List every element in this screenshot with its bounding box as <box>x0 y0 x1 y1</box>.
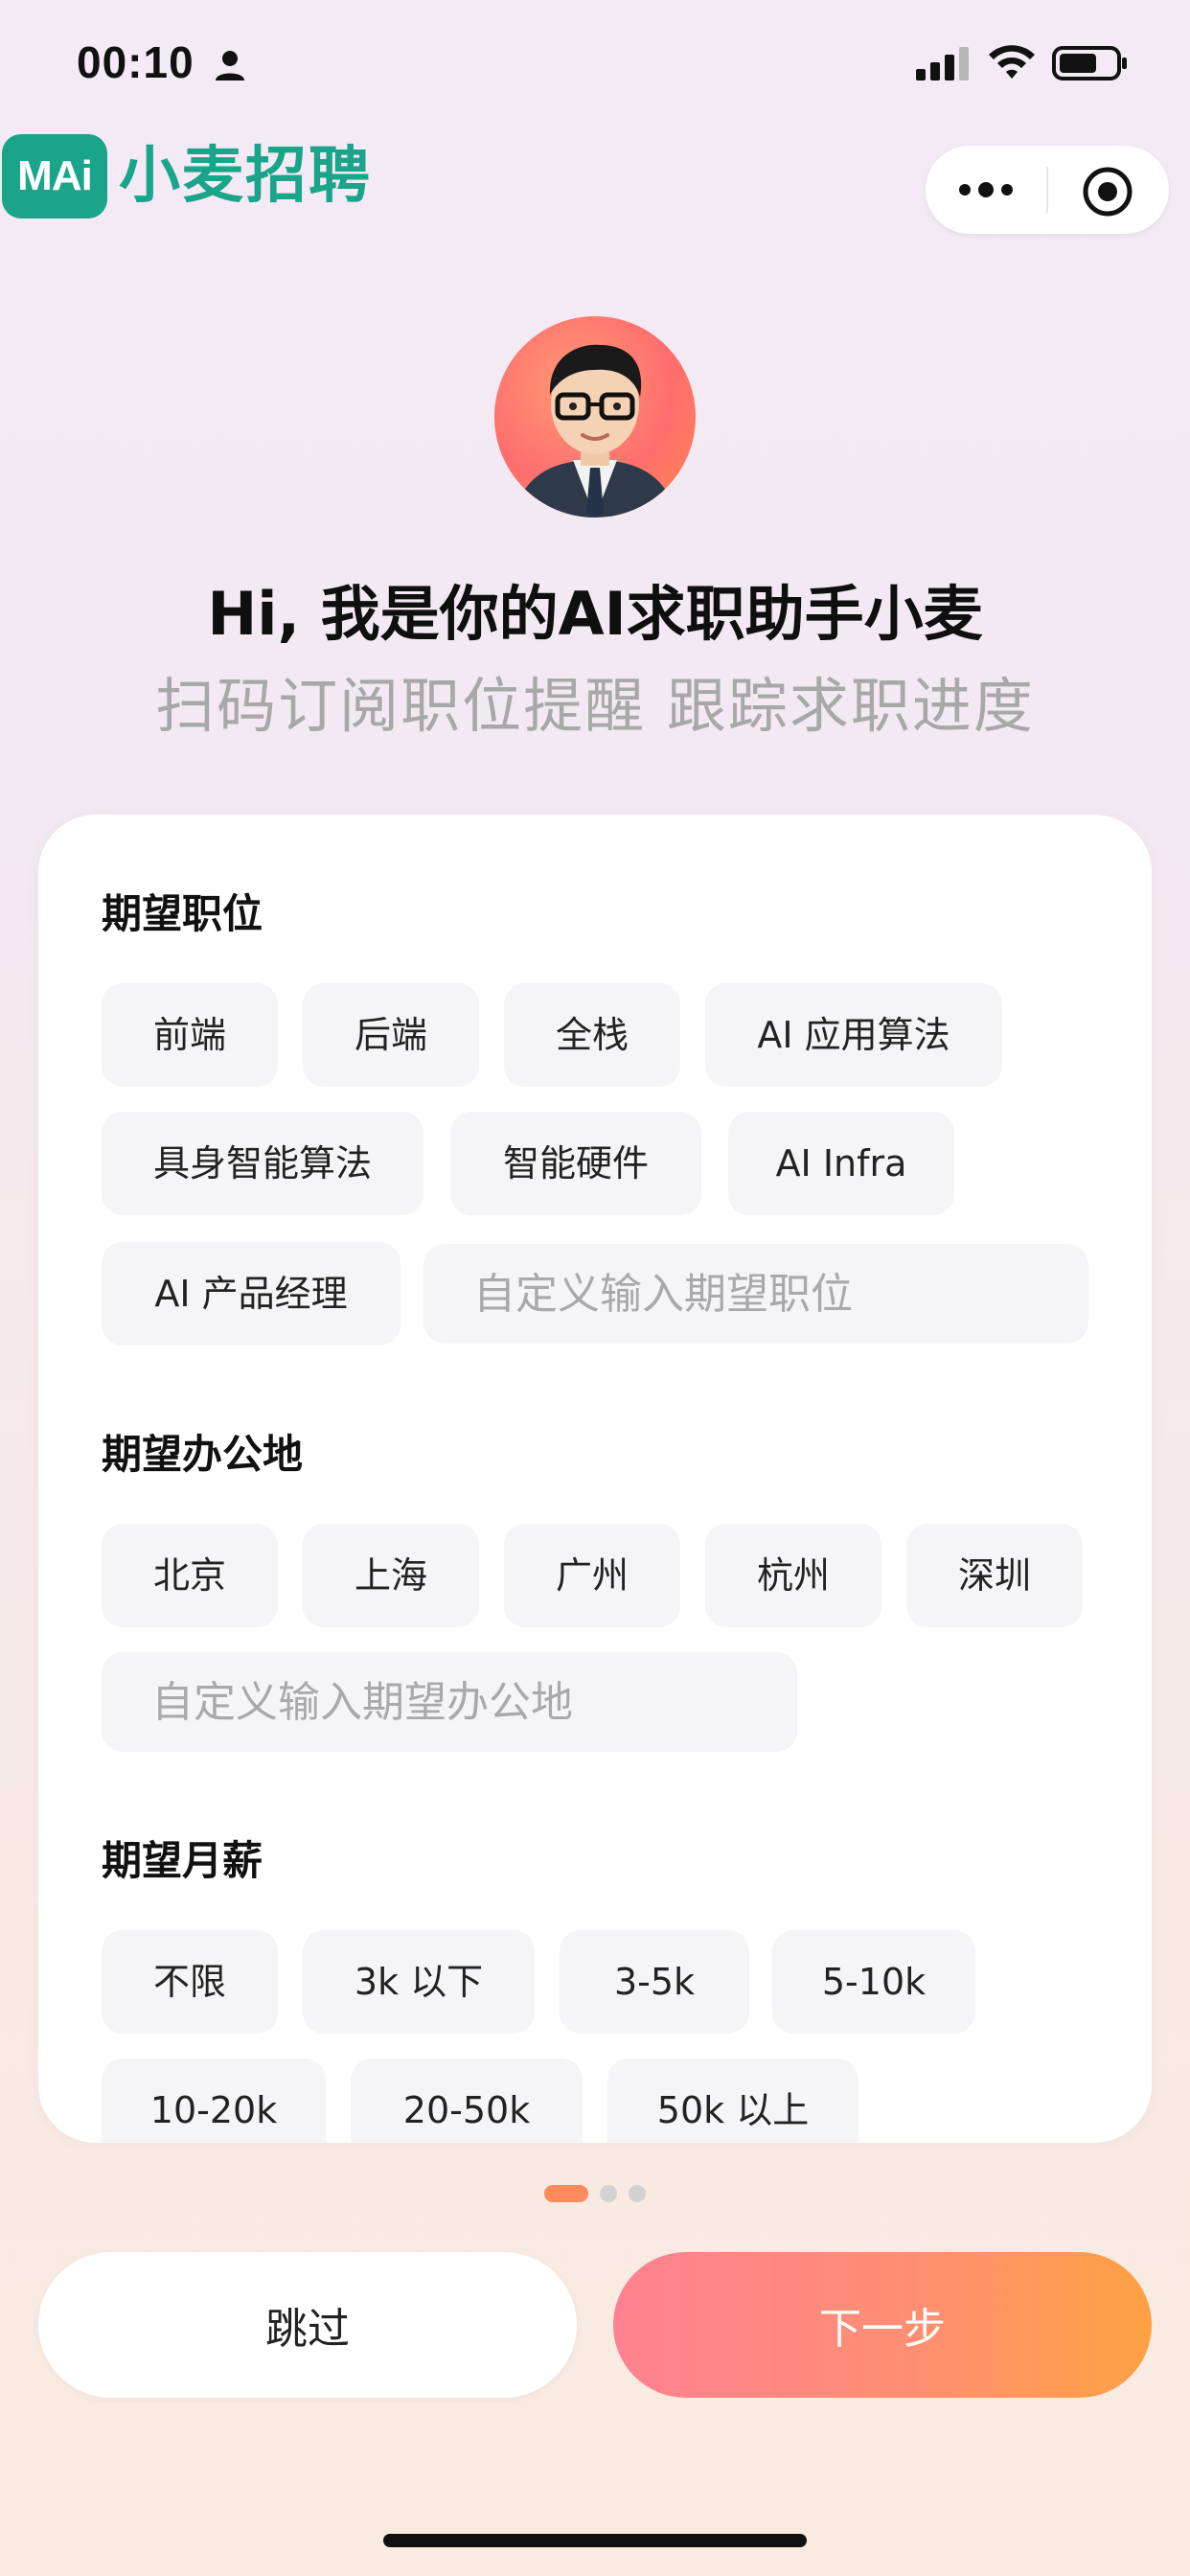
app-logo: MAi <box>2 134 107 218</box>
skip-button[interactable]: 跳过 <box>38 2252 577 2398</box>
brand-name: 小麦招聘 <box>119 141 372 212</box>
location-chip[interactable]: 上海 <box>303 1524 479 1627</box>
position-chip[interactable]: AI Infra <box>728 1112 954 1215</box>
custom-location-input[interactable] <box>102 1652 797 1752</box>
intro-headline: Hi, 我是你的AI求职助手小麦 <box>207 579 983 649</box>
position-chip[interactable]: AI 产品经理 <box>102 1242 400 1346</box>
salary-chip[interactable]: 3-5k <box>560 1930 749 2034</box>
close-target-icon[interactable] <box>1081 165 1134 218</box>
position-section-title: 期望职位 <box>102 890 263 937</box>
assistant-avatar <box>494 316 696 518</box>
more-dots-icon[interactable] <box>954 171 1018 209</box>
wifi-icon <box>989 45 1035 79</box>
salary-chip[interactable]: 10-20k <box>102 2058 326 2143</box>
pager-dot <box>629 2185 646 2202</box>
miniprogram-capsule <box>926 146 1169 234</box>
intro-subline: 扫码订阅职位提醒 跟踪求职进度 <box>155 671 1035 741</box>
person-icon <box>216 51 244 80</box>
position-chip[interactable]: 前端 <box>102 983 278 1087</box>
salary-chip[interactable]: 5-10k <box>772 1930 975 2034</box>
assistant-portrait-icon <box>514 344 676 518</box>
preferences-card: 期望职位 前端 后端 全栈 AI 应用算法 具身智能算法 智能硬件 AI Inf… <box>38 815 1152 2143</box>
pager-dot <box>600 2185 617 2202</box>
cellular-signal-icon <box>916 47 969 80</box>
salary-chip[interactable]: 不限 <box>102 1930 278 2034</box>
home-indicator <box>383 2534 807 2547</box>
location-chip[interactable]: 北京 <box>102 1524 278 1627</box>
status-time: 00:10 <box>77 37 195 87</box>
position-chip[interactable]: 智能硬件 <box>450 1112 701 1215</box>
location-chip[interactable]: 杭州 <box>705 1524 881 1627</box>
location-section-title: 期望办公地 <box>102 1431 304 1478</box>
position-chip[interactable]: 具身智能算法 <box>102 1112 423 1215</box>
salary-chip[interactable]: 20-50k <box>351 2058 583 2143</box>
custom-position-input[interactable] <box>423 1244 1088 1344</box>
location-chip[interactable]: 深圳 <box>906 1524 1083 1627</box>
position-chip[interactable]: 后端 <box>303 983 479 1087</box>
salary-chip[interactable]: 3k 以下 <box>303 1930 535 2034</box>
salary-chip[interactable]: 50k 以上 <box>607 2058 858 2143</box>
position-chip[interactable]: AI 应用算法 <box>705 983 1002 1087</box>
salary-section-title: 期望月薪 <box>102 1837 263 1884</box>
position-chip[interactable]: 全栈 <box>504 983 680 1087</box>
capsule-divider <box>1046 167 1048 213</box>
pager-dot-active <box>544 2185 588 2202</box>
location-chip[interactable]: 广州 <box>504 1524 680 1627</box>
next-button[interactable]: 下一步 <box>613 2252 1152 2398</box>
battery-icon <box>1052 46 1127 80</box>
